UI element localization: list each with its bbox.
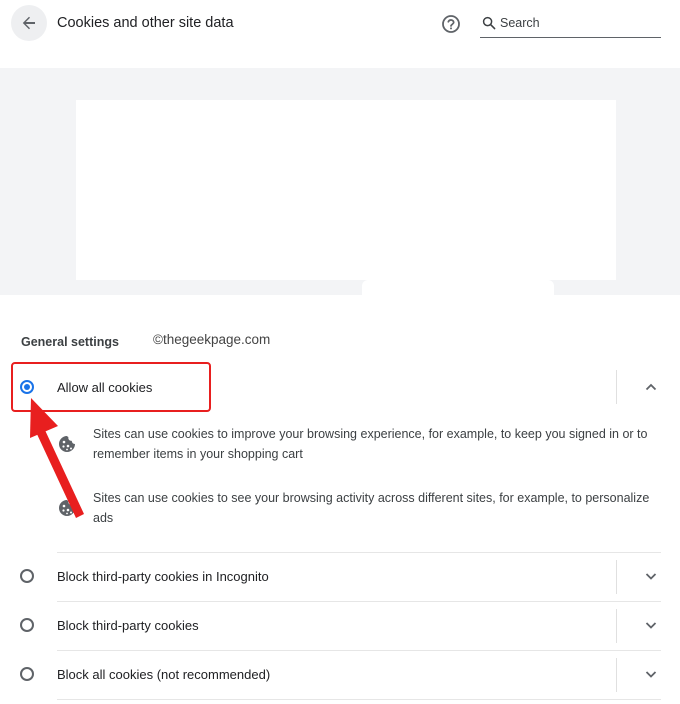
chevron-up-icon[interactable] <box>643 379 659 395</box>
radio-allow-all-cookies[interactable] <box>20 380 34 394</box>
option-allow-all-cookies[interactable]: Allow all cookies <box>0 363 680 411</box>
chevron-down-icon[interactable] <box>643 568 659 584</box>
option-label: Block all cookies (not recommended) <box>57 667 271 682</box>
chevron-down-icon[interactable] <box>643 666 659 682</box>
page-title: Cookies and other site data <box>57 15 234 31</box>
option-block-all-cookies[interactable]: Block all cookies (not recommended) <box>0 651 680 699</box>
option-label: Allow all cookies <box>57 380 153 395</box>
divider <box>616 658 617 692</box>
divider <box>616 560 617 594</box>
detail-text: Sites can use cookies to see your browsi… <box>93 491 650 525</box>
help-circle-icon <box>442 15 460 33</box>
option-block-third-party[interactable]: Block third-party cookies <box>0 602 680 650</box>
radio-block-third-party-incognito[interactable] <box>20 569 34 583</box>
cookie-icon <box>59 436 75 452</box>
help-button[interactable] <box>440 13 462 35</box>
blank-card <box>76 100 616 280</box>
search-icon <box>482 16 496 30</box>
radio-block-third-party[interactable] <box>20 618 34 632</box>
option-block-third-party-incognito[interactable]: Block third-party cookies in Incognito <box>0 553 680 601</box>
card-tab <box>362 280 554 296</box>
watermark: ©thegeekpage.com <box>153 332 271 347</box>
divider <box>616 609 617 643</box>
divider <box>616 370 617 404</box>
search-input[interactable] <box>500 14 655 32</box>
back-button[interactable] <box>11 5 47 41</box>
cookie-icon <box>59 500 75 516</box>
chevron-down-icon[interactable] <box>643 617 659 633</box>
option-label: Block third-party cookies in Incognito <box>57 569 269 584</box>
arrow-left-icon <box>22 16 35 30</box>
option-label: Block third-party cookies <box>57 618 199 633</box>
detail-text: Sites can use cookies to improve your br… <box>93 427 648 461</box>
row-divider <box>57 699 661 700</box>
section-heading: General settings <box>21 335 119 349</box>
radio-block-all-cookies[interactable] <box>20 667 34 681</box>
search-box[interactable] <box>480 11 661 38</box>
